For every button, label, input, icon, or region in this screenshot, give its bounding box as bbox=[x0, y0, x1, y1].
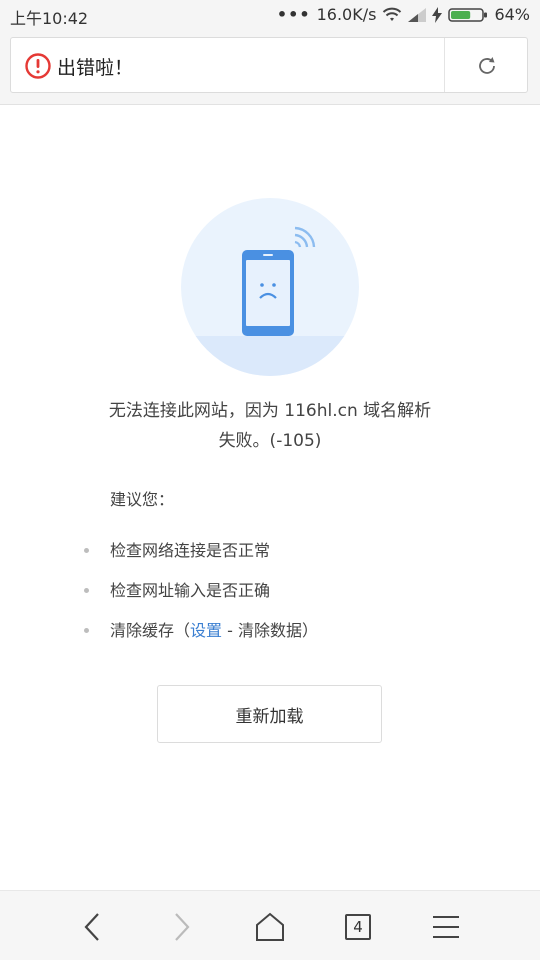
more-notifications-icon: ••• bbox=[276, 5, 311, 24]
charging-icon bbox=[432, 6, 443, 23]
exclamation-circle-icon bbox=[25, 53, 51, 79]
back-icon bbox=[84, 913, 99, 941]
address-bar-area: 出错啦！ bbox=[0, 30, 540, 105]
status-time: 上午10:42 bbox=[10, 9, 89, 28]
status-bar: 上午10:42 ••• 16.0K/s 64% bbox=[0, 0, 540, 30]
forward-button[interactable] bbox=[164, 909, 200, 945]
signal-icon bbox=[408, 7, 427, 22]
bottom-toolbar: 4 bbox=[0, 890, 540, 960]
bullet-icon bbox=[84, 588, 89, 593]
suggestions-title: 建议您： bbox=[110, 490, 175, 509]
home-icon bbox=[256, 912, 284, 941]
wifi-icon bbox=[383, 7, 402, 21]
address-bar[interactable]: 出错啦！ bbox=[10, 37, 528, 93]
suggestion-text-clear-cache: 清除缓存（设置 - 清除数据） bbox=[110, 614, 318, 648]
suggestion-item: 检查网络连接是否正常 bbox=[80, 534, 480, 574]
page-title: 出错啦！ bbox=[57, 57, 134, 79]
suggestion-text: 检查网址输入是否正确 bbox=[110, 581, 271, 600]
suggestion-item: 检查网址输入是否正确 bbox=[80, 574, 480, 614]
suggestion-text: 检查网络连接是否正常 bbox=[110, 541, 271, 560]
bullet-icon bbox=[84, 548, 89, 553]
forward-icon bbox=[175, 913, 190, 941]
refresh-icon[interactable] bbox=[474, 53, 500, 79]
clear-cache-suffix: - 清除数据） bbox=[222, 621, 318, 640]
menu-icon bbox=[433, 916, 459, 938]
suggestion-item: 清除缓存（设置 - 清除数据） bbox=[80, 614, 480, 654]
home-button[interactable] bbox=[252, 909, 288, 945]
clear-cache-prefix: 清除缓存（ bbox=[110, 621, 191, 640]
battery-icon bbox=[448, 7, 488, 22]
battery-percent: 64% bbox=[494, 5, 530, 24]
bullet-icon bbox=[84, 628, 89, 633]
settings-link[interactable]: 设置 bbox=[190, 621, 222, 640]
tabs-icon: 4 bbox=[345, 914, 371, 940]
network-speed: 16.0K/s bbox=[316, 5, 377, 24]
no-connection-illustration bbox=[181, 198, 359, 376]
error-message: 无法连接此网站，因为 116hl.cn 域名解析 失败。(-105) bbox=[80, 396, 460, 456]
menu-button[interactable] bbox=[428, 909, 464, 945]
address-divider bbox=[444, 38, 445, 92]
back-button[interactable] bbox=[74, 909, 110, 945]
error-message-line1: 无法连接此网站，因为 116hl.cn 域名解析 bbox=[108, 401, 432, 421]
tabs-button[interactable]: 4 bbox=[340, 909, 376, 945]
reload-button[interactable]: 重新加载 bbox=[157, 685, 382, 743]
suggestions-list: 检查网络连接是否正常 检查网址输入是否正确 清除缓存（设置 - 清除数据） bbox=[80, 534, 480, 654]
error-message-line2: 失败。(-105) bbox=[218, 431, 322, 451]
status-right: ••• 16.0K/s 64% bbox=[277, 5, 530, 24]
